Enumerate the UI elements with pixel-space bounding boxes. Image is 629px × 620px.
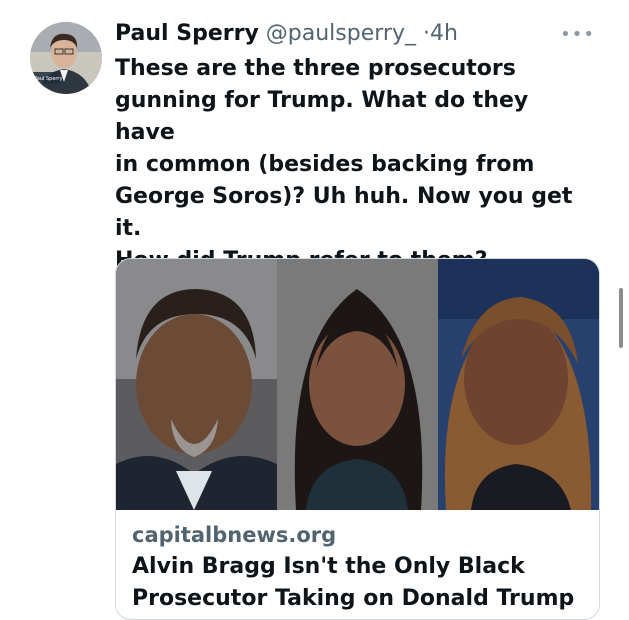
- separator-dot: ·: [422, 21, 430, 46]
- author-handle[interactable]: @paulsperry_: [266, 21, 416, 46]
- avatar-photo: Paul Sperry: [30, 22, 102, 94]
- card-image[interactable]: [116, 259, 599, 510]
- link-card[interactable]: capitalbnews.org Alvin Bragg Isn't the O…: [115, 258, 600, 620]
- card-domain[interactable]: capitalbnews.org: [132, 523, 336, 547]
- card-photo-right: [438, 259, 599, 510]
- card-photo-center: [277, 259, 438, 510]
- more-horizontal-icon[interactable]: •••: [560, 24, 595, 45]
- tweet-time[interactable]: 4h: [430, 21, 458, 46]
- avatar-caption: Paul Sperry: [34, 76, 62, 82]
- tweet-header: Paul Sperry @paulsperry_ ·4h: [115, 18, 458, 50]
- card-photo-left: [116, 259, 277, 510]
- scrollbar[interactable]: [619, 288, 623, 348]
- author-name[interactable]: Paul Sperry: [115, 21, 259, 46]
- card-title[interactable]: Alvin Bragg Isn't the Only Black Prosecu…: [132, 551, 592, 615]
- avatar[interactable]: Paul Sperry: [30, 22, 102, 94]
